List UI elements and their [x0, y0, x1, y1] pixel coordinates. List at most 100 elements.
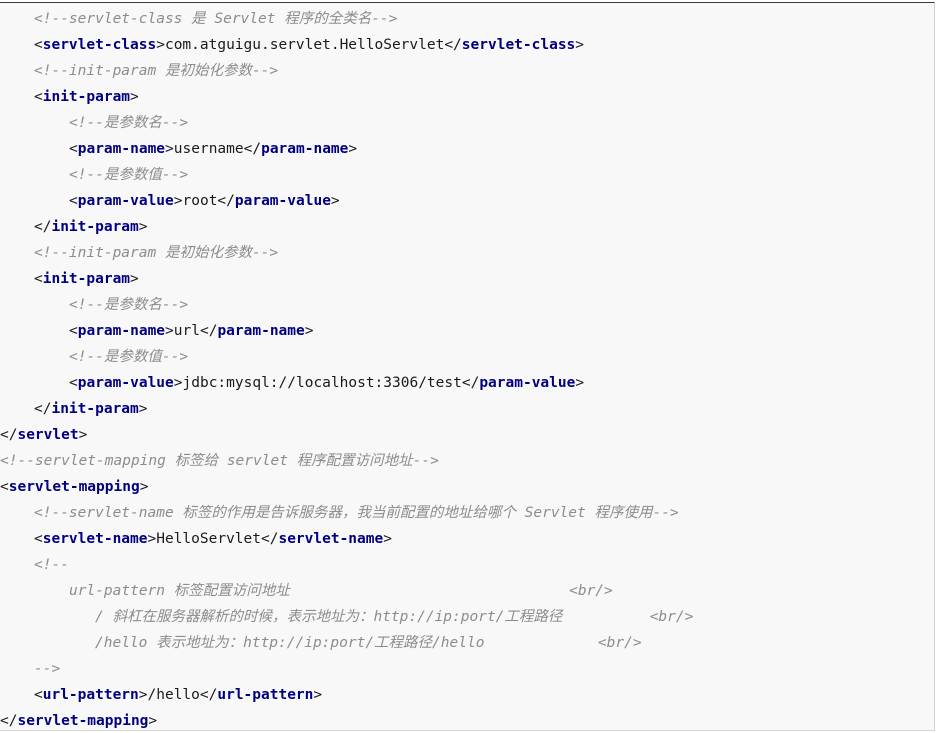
- code-comment: /hello 表示地址为：http://ip:port/工程路径/hello <…: [95, 635, 642, 651]
- xml-tag-name: url-pattern: [42, 687, 139, 703]
- xml-bracket: >: [173, 375, 183, 391]
- code-comment: url-pattern 标签配置访问地址 <br/>: [69, 583, 613, 599]
- xml-bracket: >: [575, 37, 585, 53]
- xml-bracket: </: [199, 323, 218, 339]
- xml-bracket: <: [69, 375, 78, 391]
- xml-tag-name: servlet-class: [42, 37, 157, 53]
- xml-text-value: com.atguigu.servlet.HelloServlet: [164, 37, 445, 53]
- xml-bracket: </: [0, 713, 18, 729]
- xml-tag-name: param-value: [77, 193, 174, 209]
- code-line: -->: [0, 656, 60, 682]
- xml-bracket: </: [261, 531, 279, 547]
- xml-tag-name: param-name: [77, 323, 166, 339]
- code-line: <!--servlet-class 是 Servlet 程序的全类名-->: [0, 6, 397, 32]
- xml-tag-name: param-name: [77, 141, 166, 157]
- code-line: <url-pattern>/hello</url-pattern>: [0, 682, 322, 708]
- xml-bracket: <: [0, 479, 9, 495]
- xml-bracket: <: [34, 531, 43, 547]
- code-comment: <!--是参数名-->: [69, 297, 189, 313]
- code-line: <!--: [0, 552, 69, 578]
- code-comment: <!--: [34, 557, 69, 573]
- xml-tag-name: servlet-class: [461, 37, 576, 53]
- xml-bracket: <: [34, 37, 43, 53]
- code-line: <!--init-param 是初始化参数-->: [0, 240, 278, 266]
- code-comment: / 斜杠在服务器解析的时候，表示地址为：http://ip:port/工程路径 …: [95, 609, 694, 625]
- code-line: </init-param>: [0, 396, 148, 422]
- xml-tag-name: servlet-name: [278, 531, 384, 547]
- xml-bracket: <: [69, 193, 78, 209]
- xml-tag-name: param-name: [261, 141, 349, 157]
- code-line: <!--是参数值-->: [0, 344, 188, 370]
- code-comment: <!--是参数名-->: [69, 115, 189, 131]
- xml-bracket: <: [69, 141, 78, 157]
- xml-bracket: >: [304, 323, 314, 339]
- xml-tag-name: param-value: [77, 375, 174, 391]
- code-comment: <!--是参数值-->: [69, 167, 189, 183]
- xml-text-value: url: [173, 323, 200, 339]
- xml-bracket: </: [444, 37, 462, 53]
- xml-text-value: HelloServlet: [156, 531, 261, 547]
- xml-bracket: <: [34, 271, 43, 287]
- xml-bracket: >: [130, 89, 139, 105]
- code-line: <!--servlet-name 标签的作用是告诉服务器，我当前配置的地址给哪个…: [0, 500, 679, 526]
- xml-bracket: </: [34, 219, 52, 235]
- code-line: <!--是参数值-->: [0, 162, 188, 188]
- code-line: <param-name>url</param-name>: [0, 318, 314, 344]
- xml-bracket: >: [575, 375, 585, 391]
- code-line: </servlet>: [0, 422, 87, 448]
- code-line: <param-name>username</param-name>: [0, 136, 357, 162]
- code-comment: <!--servlet-mapping 标签给 servlet 程序配置访问地址…: [0, 453, 439, 469]
- xml-bracket: >: [130, 271, 139, 287]
- xml-bracket: >: [138, 219, 148, 235]
- code-line: </servlet-mapping>: [0, 708, 158, 730]
- code-line: <init-param>: [0, 84, 139, 110]
- xml-bracket: <: [34, 687, 43, 703]
- xml-bracket: >: [165, 141, 174, 157]
- code-line: /hello 表示地址为：http://ip:port/工程路径/hello <…: [0, 630, 642, 656]
- xml-tag-name: servlet: [17, 427, 79, 443]
- xml-tag-name: param-name: [217, 323, 305, 339]
- code-line: <servlet-class>com.atguigu.servlet.Hello…: [0, 32, 584, 58]
- xml-bracket: </: [217, 193, 235, 209]
- xml-bracket: >: [165, 323, 174, 339]
- xml-bracket: >: [138, 687, 148, 703]
- code-comment: <!--init-param 是初始化参数-->: [34, 63, 279, 79]
- code-line: <!--是参数名-->: [0, 292, 188, 318]
- xml-bracket: >: [148, 713, 158, 729]
- xml-text-value: /hello: [147, 687, 200, 703]
- code-comment: <!--init-param 是初始化参数-->: [34, 245, 279, 261]
- code-line: <param-value>root</param-value>: [0, 188, 340, 214]
- xml-bracket: </: [0, 427, 18, 443]
- xml-bracket: </: [461, 375, 480, 391]
- code-comment: <!--是参数值-->: [69, 349, 189, 365]
- xml-bracket: <: [69, 323, 78, 339]
- xml-tag-name: init-param: [51, 401, 139, 417]
- xml-bracket: >: [173, 193, 183, 209]
- xml-tag-name: servlet-mapping: [17, 713, 149, 729]
- xml-bracket: <: [34, 89, 43, 105]
- xml-tag-name: param-value: [479, 375, 576, 391]
- xml-bracket: </: [34, 401, 52, 417]
- xml-tag-name: servlet-mapping: [8, 479, 140, 495]
- code-line: <servlet-name>HelloServlet</servlet-name…: [0, 526, 392, 552]
- xml-bracket: >: [348, 141, 358, 157]
- xml-tag-name: servlet-name: [42, 531, 148, 547]
- xml-bracket: >: [156, 37, 165, 53]
- xml-bracket: </: [199, 687, 218, 703]
- code-comment: -->: [34, 661, 61, 677]
- xml-bracket: >: [383, 531, 392, 547]
- xml-bracket: </: [243, 141, 262, 157]
- xml-text-value: jdbc:mysql://localhost:3306/test: [182, 375, 462, 391]
- code-line: </init-param>: [0, 214, 148, 240]
- code-line: <param-value>jdbc:mysql://localhost:3306…: [0, 370, 584, 396]
- xml-tag-name: url-pattern: [217, 687, 314, 703]
- xml-tag-name: param-value: [234, 193, 331, 209]
- code-comment: <!--servlet-class 是 Servlet 程序的全类名-->: [34, 11, 398, 27]
- xml-tag-name: init-param: [51, 219, 139, 235]
- xml-bracket: >: [78, 427, 88, 443]
- code-line: url-pattern 标签配置访问地址 <br/>: [0, 578, 613, 604]
- code-line: <!--servlet-mapping 标签给 servlet 程序配置访问地址…: [0, 448, 439, 474]
- xml-bracket: >: [330, 193, 340, 209]
- code-line: <servlet-mapping>: [0, 474, 148, 500]
- code-line: <!--init-param 是初始化参数-->: [0, 58, 278, 84]
